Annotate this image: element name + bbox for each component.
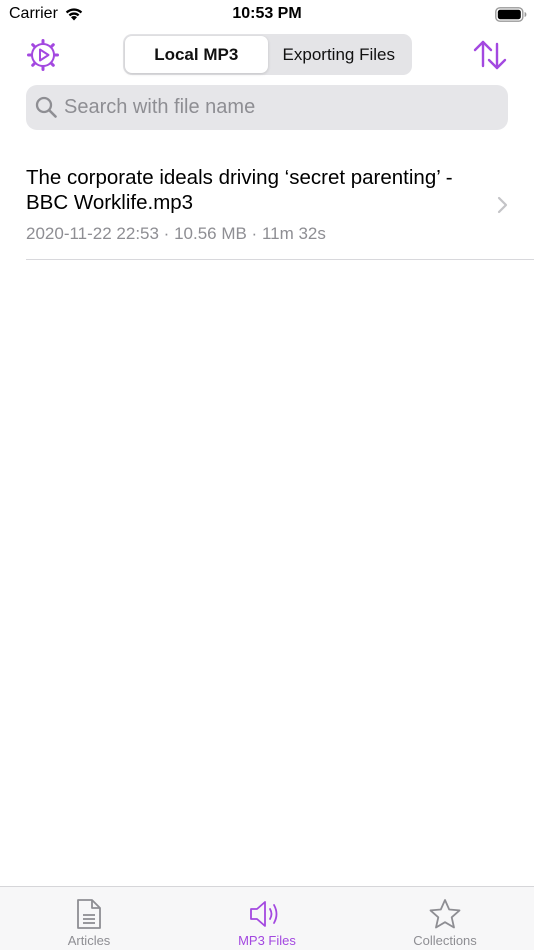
search-icon <box>35 96 57 123</box>
segment-local-mp3[interactable]: Local MP3 <box>125 36 268 73</box>
document-icon <box>77 899 101 929</box>
sort-arrows-icon <box>473 40 507 70</box>
tab-label: MP3 Files <box>238 933 296 948</box>
speaker-icon <box>250 901 278 927</box>
tab-label: Articles <box>67 933 111 948</box>
tab-collections[interactable]: Collections <box>356 887 534 950</box>
status-bar: Carrier 10:53 PM <box>0 0 534 28</box>
tab-bar: Articles MP3 Files Collections <box>0 886 534 950</box>
screen: Carrier 10:53 PM Local MP3 Exporting Fil… <box>0 0 534 950</box>
chevron-right-icon <box>496 196 508 219</box>
search-input[interactable] <box>64 85 494 130</box>
star-icon <box>429 899 461 929</box>
battery-icon <box>495 7 527 27</box>
clock: 10:53 PM <box>232 5 302 22</box>
sort-button[interactable] <box>472 38 508 72</box>
file-meta: 2020-11-22 22:53 · 10.56 MB · 11m 32s <box>26 224 326 243</box>
tab-label: Collections <box>413 933 477 948</box>
segment-exporting-files[interactable]: Exporting Files <box>268 36 411 73</box>
file-list-item[interactable]: The corporate ideals driving ‘secret par… <box>26 153 534 260</box>
settings-player-button[interactable] <box>26 38 60 72</box>
tab-articles[interactable]: Articles <box>0 887 178 950</box>
source-segmented-control: Local MP3 Exporting Files <box>123 34 412 75</box>
search-bar <box>26 85 508 130</box>
gear-play-icon <box>27 39 59 71</box>
tab-mp3-files[interactable]: MP3 Files <box>178 887 356 950</box>
file-title: The corporate ideals driving ‘secret par… <box>26 166 453 214</box>
